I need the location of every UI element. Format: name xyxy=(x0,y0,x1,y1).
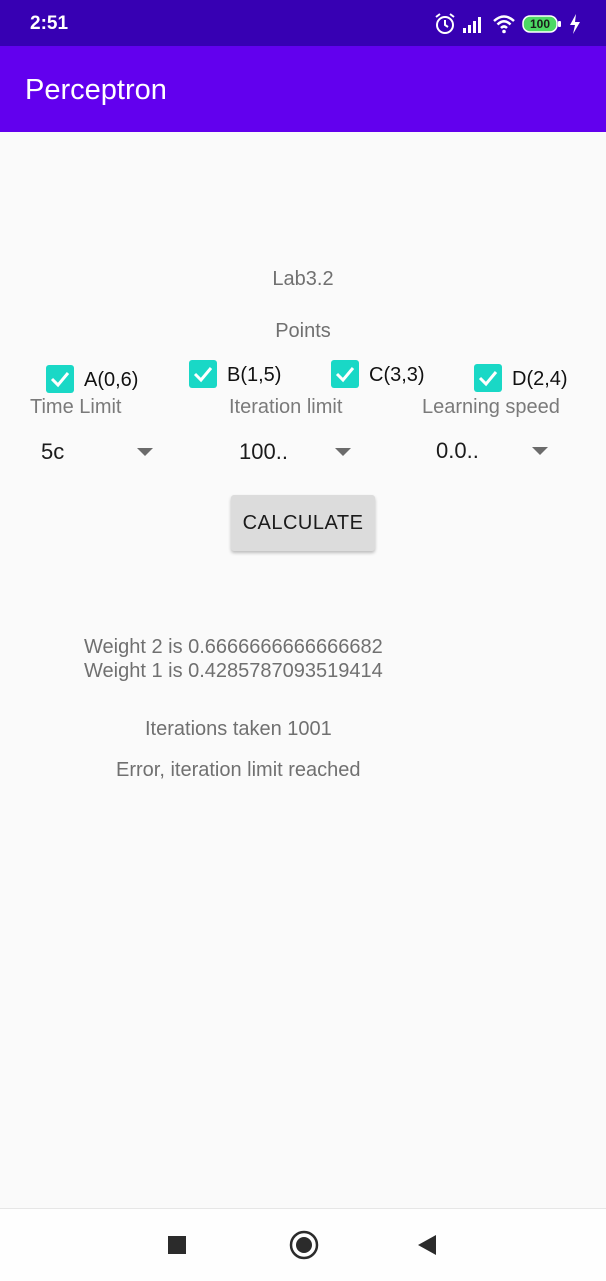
spinner-value: 5c xyxy=(41,439,65,464)
battery-level: 100 xyxy=(530,17,551,31)
status-bar: 2:51 100 xyxy=(0,0,606,46)
iteration-limit-caption: Iteration limit xyxy=(229,396,343,418)
spinner-value: 100.. xyxy=(239,439,288,464)
error-message: Error, iteration limit reached xyxy=(116,759,361,781)
time-limit-caption: Time Limit xyxy=(30,396,122,418)
learning-speed-caption: Learning speed xyxy=(422,396,560,418)
dropdown-arrow-icon[interactable] xyxy=(137,448,153,456)
calculate-button[interactable]: CALCULATE xyxy=(231,495,375,551)
app-bar: Perceptron xyxy=(0,46,606,132)
checkbox-label: A(0,6) xyxy=(84,369,139,391)
dropdown-arrow-icon[interactable] xyxy=(335,448,351,456)
back-triangle-icon[interactable] xyxy=(416,1233,438,1262)
lab-title: Lab3.2 xyxy=(272,268,334,290)
weight-2-result: Weight 2 is 0.6666666666666682 xyxy=(84,636,383,658)
status-time: 2:51 xyxy=(30,13,69,34)
time-limit-spinner[interactable]: 5c xyxy=(41,433,161,473)
spinner-value: 0.0.. xyxy=(436,438,479,463)
iteration-limit-spinner[interactable]: 100.. xyxy=(239,433,359,473)
status-icons: 100 xyxy=(434,12,584,36)
checkbox-checked-icon[interactable] xyxy=(331,360,359,388)
iterations-result: Iterations taken 1001 xyxy=(145,718,332,740)
home-circle-icon[interactable] xyxy=(289,1230,319,1265)
learning-speed-spinner[interactable]: 0.0.. xyxy=(436,432,556,472)
signal-icon xyxy=(462,12,484,41)
navigation-bar xyxy=(0,1208,606,1281)
checkbox-label: D(2,4) xyxy=(512,368,568,390)
charging-icon xyxy=(568,12,582,41)
checkbox-label: C(3,3) xyxy=(369,364,425,386)
dropdown-arrow-icon[interactable] xyxy=(532,447,548,455)
square-icon[interactable] xyxy=(167,1235,187,1260)
wifi-icon xyxy=(492,12,516,41)
checkbox-checked-icon[interactable] xyxy=(189,360,217,388)
checkbox-checked-icon[interactable] xyxy=(474,364,502,392)
checkbox-label: B(1,5) xyxy=(227,364,282,386)
checkbox-checked-icon[interactable] xyxy=(46,365,74,393)
alarm-icon xyxy=(434,12,456,41)
app-title: Perceptron xyxy=(25,74,167,106)
points-label: Points xyxy=(275,320,331,342)
weight-1-result: Weight 1 is 0.4285787093519414 xyxy=(84,660,383,682)
